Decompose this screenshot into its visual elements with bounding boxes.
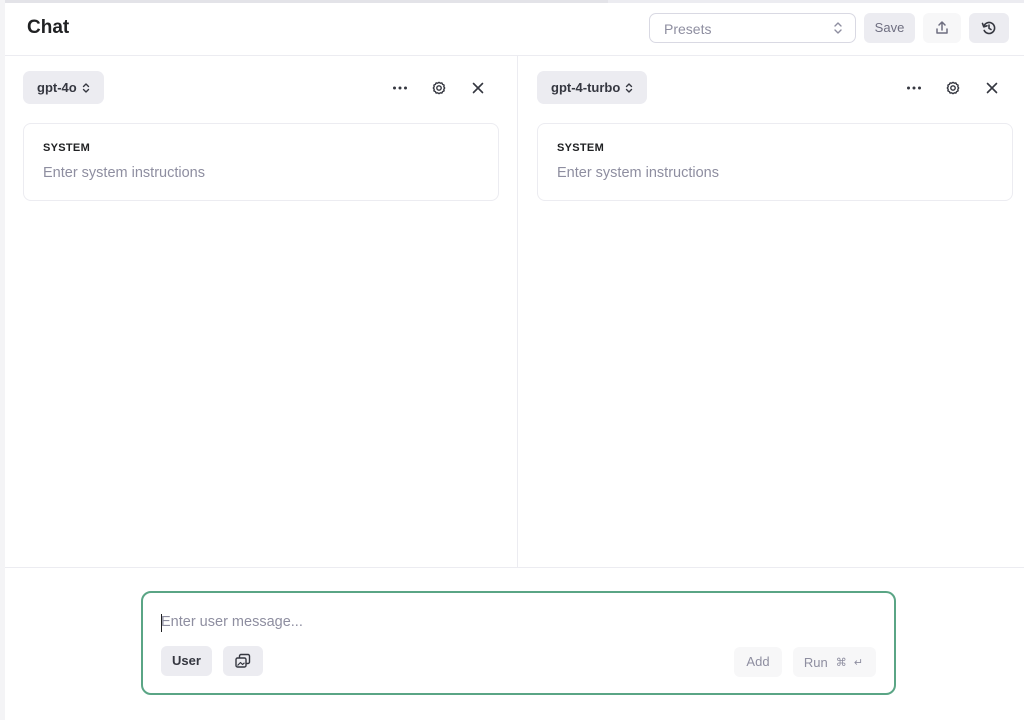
run-button[interactable]: Run ⌘ ↵ [793, 647, 876, 677]
text-caret [161, 614, 162, 632]
keyboard-shortcut: ⌘ ↵ [835, 656, 866, 669]
system-message-card[interactable]: SYSTEM Enter system instructions [537, 123, 1013, 201]
header: Chat Presets Save [5, 3, 1024, 56]
close-panel-button[interactable] [464, 74, 492, 102]
user-message-input[interactable]: Enter user message... [161, 614, 303, 630]
chevron-updown-icon [82, 82, 90, 94]
chevron-updown-icon [833, 21, 843, 35]
model-selector[interactable]: gpt-4o [23, 71, 104, 104]
system-label: SYSTEM [557, 142, 605, 154]
model-name: gpt-4-turbo [551, 80, 621, 95]
more-options-button[interactable] [900, 74, 928, 102]
settings-button[interactable] [939, 74, 967, 102]
compare-panel-left: gpt-4o SYSTEM Enter system instructions [5, 56, 518, 567]
role-toggle-button[interactable]: User [161, 646, 212, 676]
model-selector[interactable]: gpt-4-turbo [537, 71, 648, 104]
more-options-button[interactable] [386, 74, 414, 102]
presets-value: Presets [664, 21, 712, 37]
model-name: gpt-4o [37, 80, 77, 95]
message-composer[interactable]: Enter user message... User Add Run ⌘ ↵ [141, 591, 896, 695]
close-panel-button[interactable] [978, 74, 1006, 102]
save-button[interactable]: Save [864, 13, 915, 43]
system-instructions-input[interactable]: Enter system instructions [557, 165, 719, 181]
chevron-updown-icon [625, 82, 633, 94]
add-message-button[interactable]: Add [734, 647, 782, 677]
system-label: SYSTEM [43, 142, 91, 154]
page-title: Chat [27, 17, 70, 38]
settings-button[interactable] [425, 74, 453, 102]
compare-panel-right: gpt-4-turbo SYSTEM Enter system instruct… [519, 56, 1024, 567]
system-instructions-input[interactable]: Enter system instructions [43, 165, 205, 181]
run-label: Run [803, 654, 828, 670]
export-button[interactable] [923, 13, 961, 43]
system-message-card[interactable]: SYSTEM Enter system instructions [23, 123, 499, 201]
history-button[interactable] [969, 13, 1009, 43]
attach-image-button[interactable] [223, 646, 263, 676]
presets-select[interactable]: Presets [649, 13, 856, 43]
